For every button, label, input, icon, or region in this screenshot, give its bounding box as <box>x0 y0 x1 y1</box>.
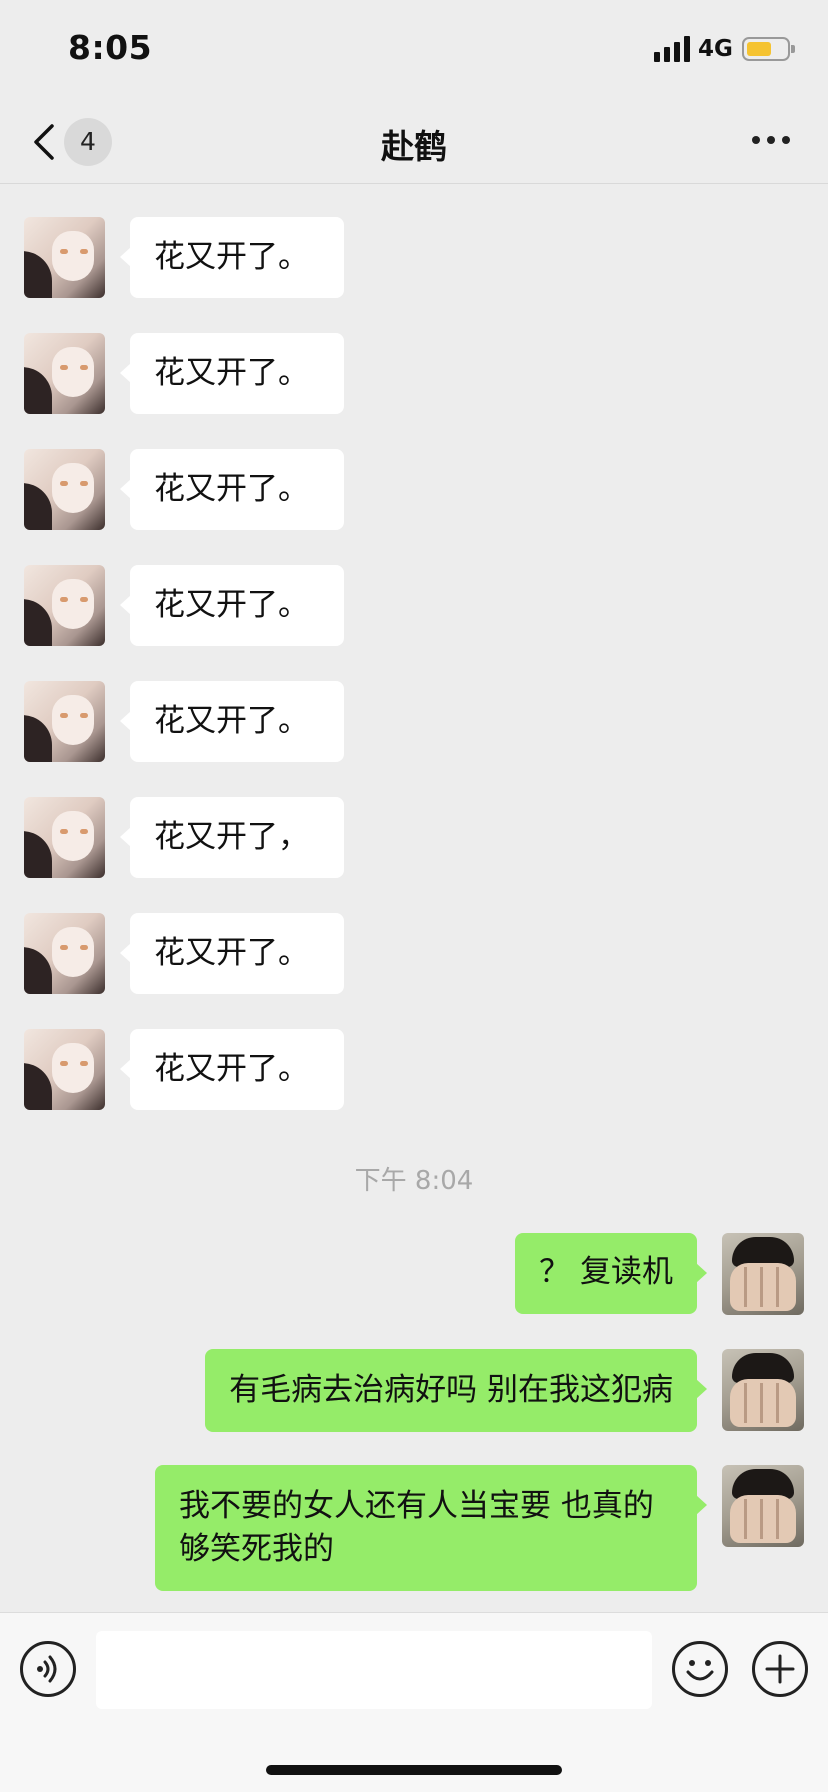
user-avatar[interactable] <box>722 1233 804 1315</box>
contact-avatar[interactable] <box>24 333 105 414</box>
incoming-message[interactable]: 花又开了。 <box>120 913 344 994</box>
nav-bar: 4 赴鹤 <box>0 100 828 184</box>
contact-avatar[interactable] <box>24 913 105 994</box>
outgoing-message[interactable]: 我不要的女人还有人当宝要 也真的够笑死我的 <box>155 1465 707 1591</box>
contact-avatar[interactable] <box>24 449 105 530</box>
contact-avatar[interactable] <box>24 797 105 878</box>
user-avatar[interactable] <box>722 1465 804 1547</box>
network-type: 4G <box>698 36 733 62</box>
message-list[interactable]: 花又开了。 花又开了。 花又开了。 花又开了。 花又开了。 花又开了， 花又开了… <box>0 185 828 1610</box>
more-dots-icon[interactable] <box>752 136 792 146</box>
voice-icon[interactable] <box>20 1641 76 1697</box>
contact-avatar[interactable] <box>24 217 105 298</box>
emoji-icon[interactable] <box>672 1641 728 1697</box>
outgoing-message[interactable]: 有毛病去治病好吗 别在我这犯病 <box>205 1349 707 1432</box>
input-bar <box>0 1612 828 1792</box>
signal-icon <box>654 36 690 62</box>
message-timestamp: 下午 8:04 <box>354 1166 474 1196</box>
page-title: 赴鹤 <box>381 127 447 166</box>
incoming-message[interactable]: 花又开了。 <box>120 681 344 762</box>
incoming-message[interactable]: 花又开了。 <box>120 1029 344 1110</box>
incoming-message[interactable]: 花又开了。 <box>120 565 344 646</box>
incoming-message[interactable]: 花又开了。 <box>120 333 344 414</box>
contact-avatar[interactable] <box>24 1029 105 1110</box>
outgoing-message[interactable]: ？ 复读机 <box>515 1233 707 1314</box>
user-avatar[interactable] <box>722 1349 804 1431</box>
message-input[interactable] <box>96 1631 652 1709</box>
status-bar: 8:05 4G <box>0 0 828 100</box>
incoming-message[interactable]: 花又开了。 <box>120 449 344 530</box>
contact-avatar[interactable] <box>24 681 105 762</box>
incoming-message[interactable]: 花又开了， <box>120 797 344 878</box>
incoming-message[interactable]: 花又开了。 <box>120 217 344 298</box>
plus-icon[interactable] <box>752 1641 808 1697</box>
contact-avatar[interactable] <box>24 565 105 646</box>
home-indicator[interactable] <box>266 1765 562 1775</box>
status-time: 8:05 <box>68 28 153 67</box>
battery-icon <box>742 37 795 61</box>
chat-screen: 8:05 4G 4 赴鹤 花又开了。 花又开了。 花又开了。 花又开了。 花又开… <box>0 0 828 1792</box>
